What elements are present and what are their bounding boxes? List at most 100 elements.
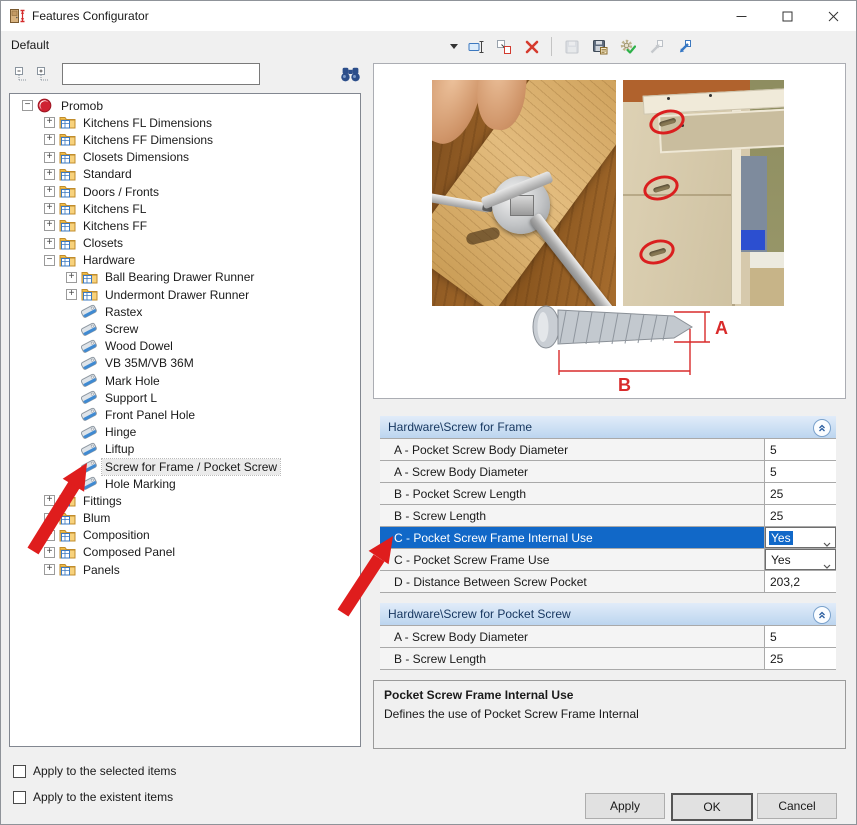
- tree-item[interactable]: Screw for Frame / Pocket Screw: [10, 457, 360, 476]
- tree-item-label[interactable]: Hinge: [102, 424, 139, 440]
- property-label[interactable]: B - Screw Length: [380, 648, 764, 669]
- collapse-group-button[interactable]: [813, 606, 831, 624]
- tree-item[interactable]: Support L: [10, 389, 360, 406]
- tree-item-label[interactable]: Standard: [80, 166, 135, 182]
- tree-search-input[interactable]: [62, 63, 260, 85]
- apply-button[interactable]: Apply: [585, 793, 665, 819]
- tree-item-label[interactable]: Wood Dowel: [102, 338, 176, 354]
- property-label[interactable]: A - Screw Body Diameter: [380, 461, 764, 482]
- tree-item[interactable]: + Standard: [10, 166, 360, 183]
- tree-expander-minus[interactable]: −: [22, 100, 33, 112]
- binoculars-search-icon[interactable]: [340, 65, 361, 83]
- property-row[interactable]: C - Pocket Screw Frame Internal Use Yes: [380, 527, 836, 549]
- tree-item-label[interactable]: Blum: [80, 510, 113, 526]
- property-value[interactable]: 5: [770, 443, 777, 457]
- property-value[interactable]: 203,2: [770, 575, 800, 589]
- property-row[interactable]: C - Pocket Screw Frame Use Yes: [380, 549, 836, 571]
- tree-expander-plus[interactable]: +: [44, 564, 55, 576]
- tree-item[interactable]: Front Panel Hole: [10, 406, 360, 423]
- collapse-group-button[interactable]: [813, 419, 831, 437]
- tree-item-label[interactable]: Kitchens FL Dimensions: [80, 115, 215, 131]
- rename-profile-icon[interactable]: [463, 34, 488, 59]
- tree-item-label[interactable]: Support L: [102, 390, 160, 406]
- maximize-button[interactable]: [764, 1, 810, 31]
- property-value[interactable]: 25: [770, 652, 783, 666]
- property-row[interactable]: A - Screw Body Diameter 5: [380, 461, 836, 483]
- tree-item-label[interactable]: Hole Marking: [102, 476, 179, 492]
- tree-expander-plus[interactable]: +: [44, 117, 55, 129]
- tree-item[interactable]: + Composed Panel: [10, 544, 360, 561]
- tree-expander-plus[interactable]: +: [44, 529, 55, 541]
- property-label[interactable]: C - Pocket Screw Frame Internal Use: [380, 527, 764, 548]
- tree-item-label[interactable]: Composition: [80, 527, 153, 543]
- tree-expander-plus[interactable]: +: [44, 151, 55, 163]
- tree-item-label[interactable]: Closets Dimensions: [80, 149, 192, 165]
- tree-item[interactable]: + Kitchens FL Dimensions: [10, 114, 360, 131]
- tree-item[interactable]: Liftup: [10, 441, 360, 458]
- property-label[interactable]: B - Screw Length: [380, 505, 764, 526]
- property-value[interactable]: 5: [770, 630, 777, 644]
- tree-item-label[interactable]: Liftup: [102, 441, 137, 457]
- duplicate-profile-icon[interactable]: [491, 34, 516, 59]
- tree-item-label[interactable]: Fittings: [80, 493, 125, 509]
- tree-item[interactable]: + Composition: [10, 527, 360, 544]
- tree-item[interactable]: Screw: [10, 320, 360, 337]
- tree-item[interactable]: − Promob: [10, 97, 360, 114]
- tree-item-label[interactable]: Undermont Drawer Runner: [102, 287, 252, 303]
- tree-item-label[interactable]: Kitchens FF Dimensions: [80, 132, 216, 148]
- tree-item[interactable]: Rastex: [10, 303, 360, 320]
- property-label[interactable]: A - Pocket Screw Body Diameter: [380, 439, 764, 460]
- property-label[interactable]: C - Pocket Screw Frame Use: [380, 549, 764, 570]
- tree-item-label[interactable]: Doors / Fronts: [80, 184, 162, 200]
- property-label[interactable]: A - Screw Body Diameter: [380, 626, 764, 647]
- property-label[interactable]: B - Pocket Screw Length: [380, 483, 764, 504]
- cancel-button[interactable]: Cancel: [757, 793, 837, 819]
- tree-item[interactable]: + Blum: [10, 510, 360, 527]
- tree-expander-plus[interactable]: +: [44, 546, 55, 558]
- property-value[interactable]: 25: [770, 487, 783, 501]
- tree-item-label[interactable]: Kitchens FL: [80, 201, 149, 217]
- property-row[interactable]: D - Distance Between Screw Pocket 203,2: [380, 571, 836, 593]
- import-icon[interactable]: [643, 34, 668, 59]
- tree-expander-plus[interactable]: +: [66, 289, 77, 301]
- tree-expander-plus[interactable]: +: [44, 495, 55, 507]
- apply-existent-checkbox[interactable]: [13, 790, 26, 804]
- tree-expander-plus[interactable]: +: [44, 168, 55, 180]
- tree-item[interactable]: Wood Dowel: [10, 338, 360, 355]
- property-row[interactable]: B - Pocket Screw Length 25: [380, 483, 836, 505]
- tree-item-label[interactable]: Screw: [102, 321, 141, 337]
- property-value[interactable]: 25: [770, 509, 783, 523]
- property-row[interactable]: B - Screw Length 25: [380, 505, 836, 527]
- tree-item[interactable]: + Closets: [10, 235, 360, 252]
- tree-item[interactable]: + Closets Dimensions: [10, 149, 360, 166]
- property-value-dropdown[interactable]: Yes: [765, 549, 836, 570]
- tree-item-label[interactable]: Panels: [80, 562, 123, 578]
- tree-item[interactable]: VB 35M/VB 36M: [10, 355, 360, 372]
- tree-item[interactable]: + Ball Bearing Drawer Runner: [10, 269, 360, 286]
- delete-profile-icon[interactable]: [519, 34, 544, 59]
- profile-dropdown-caret[interactable]: [450, 44, 458, 49]
- minimize-button[interactable]: [718, 1, 764, 31]
- tree-item-label[interactable]: Closets: [80, 235, 126, 251]
- tree-item[interactable]: Hole Marking: [10, 475, 360, 492]
- tree-item-label[interactable]: Composed Panel: [80, 544, 178, 560]
- property-value-dropdown[interactable]: Yes: [765, 527, 836, 548]
- apply-selected-checkbox[interactable]: [13, 764, 26, 778]
- tree-expander-plus[interactable]: +: [44, 186, 55, 198]
- tree-item-label[interactable]: Mark Hole: [102, 373, 163, 389]
- property-row[interactable]: A - Pocket Screw Body Diameter 5: [380, 439, 836, 461]
- tree-expander-minus[interactable]: −: [44, 254, 55, 266]
- tree-item-label[interactable]: VB 35M/VB 36M: [102, 355, 197, 371]
- property-value[interactable]: 5: [770, 465, 777, 479]
- tree-expander-plus[interactable]: +: [44, 220, 55, 232]
- close-button[interactable]: [810, 1, 856, 31]
- property-row[interactable]: A - Screw Body Diameter 5: [380, 626, 836, 648]
- save-icon[interactable]: [559, 34, 584, 59]
- tree-expander-plus[interactable]: +: [44, 203, 55, 215]
- profile-combobox[interactable]: Default: [11, 38, 49, 52]
- save-config-icon[interactable]: [587, 34, 612, 59]
- expand-tree-icon[interactable]: [36, 66, 54, 84]
- tree-item[interactable]: + Kitchens FF: [10, 217, 360, 234]
- tree-item-label[interactable]: Front Panel Hole: [102, 407, 198, 423]
- tree-item-label[interactable]: Screw for Frame / Pocket Screw: [100, 457, 282, 476]
